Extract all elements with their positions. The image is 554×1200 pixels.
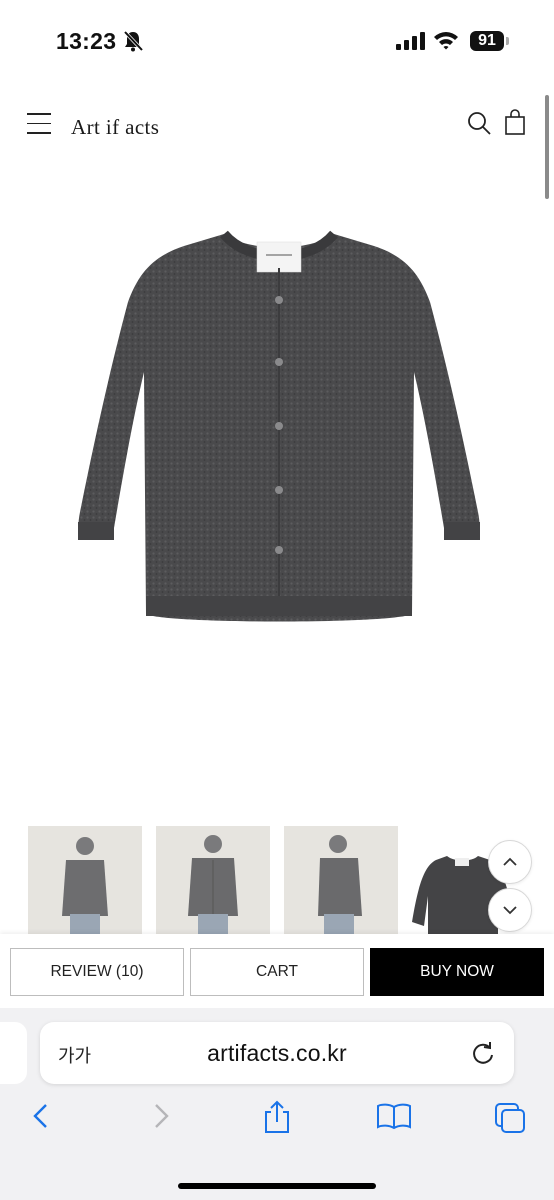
chevron-down-icon: [503, 906, 517, 915]
home-indicator[interactable]: [178, 1183, 376, 1189]
thumbnail-3[interactable]: [284, 826, 398, 936]
thumbnail-1[interactable]: [28, 826, 142, 936]
wifi-icon: [433, 30, 459, 55]
back-icon[interactable]: [30, 1102, 52, 1135]
site-logo[interactable]: Art if acts: [71, 115, 159, 140]
review-button[interactable]: REVIEW (10): [10, 948, 184, 996]
status-time: 13:23: [56, 28, 117, 54]
previous-tab-preview[interactable]: [0, 1022, 27, 1084]
thumbnail-2[interactable]: [156, 826, 270, 936]
forward-icon[interactable]: [150, 1102, 172, 1135]
reload-icon[interactable]: [470, 1040, 496, 1071]
address-bar[interactable]: 가가 artifacts.co.kr: [40, 1022, 514, 1084]
status-bar: 13:23 91: [0, 0, 554, 84]
battery-tip: [506, 37, 509, 45]
thumbnail-strip: [0, 826, 554, 936]
url-text[interactable]: artifacts.co.kr: [40, 1040, 514, 1067]
search-icon[interactable]: [466, 110, 492, 141]
thumb-scroll-down-button[interactable]: [488, 888, 532, 932]
bookmarks-icon[interactable]: [376, 1102, 412, 1135]
buy-now-button[interactable]: BUY NOW: [370, 948, 544, 996]
battery-icon: 91: [470, 31, 504, 51]
browser-bottom-bar: 가가 artifacts.co.kr: [0, 1008, 554, 1200]
signal-icon: [396, 32, 426, 55]
share-icon[interactable]: [262, 1100, 292, 1139]
product-image: [74, 222, 484, 632]
bell-slash-icon: [122, 30, 144, 57]
chevron-up-icon: [503, 857, 517, 866]
cart-button[interactable]: CART: [190, 948, 364, 996]
menu-icon[interactable]: [27, 113, 51, 137]
thumb-scroll-up-button[interactable]: [488, 840, 532, 884]
purchase-action-bar: REVIEW (10) CART BUY NOW: [0, 934, 554, 1008]
tabs-icon[interactable]: [494, 1102, 526, 1139]
site-header: Art if acts: [0, 100, 554, 156]
page-scrollbar[interactable]: [545, 95, 549, 199]
bag-icon[interactable]: [503, 108, 527, 141]
